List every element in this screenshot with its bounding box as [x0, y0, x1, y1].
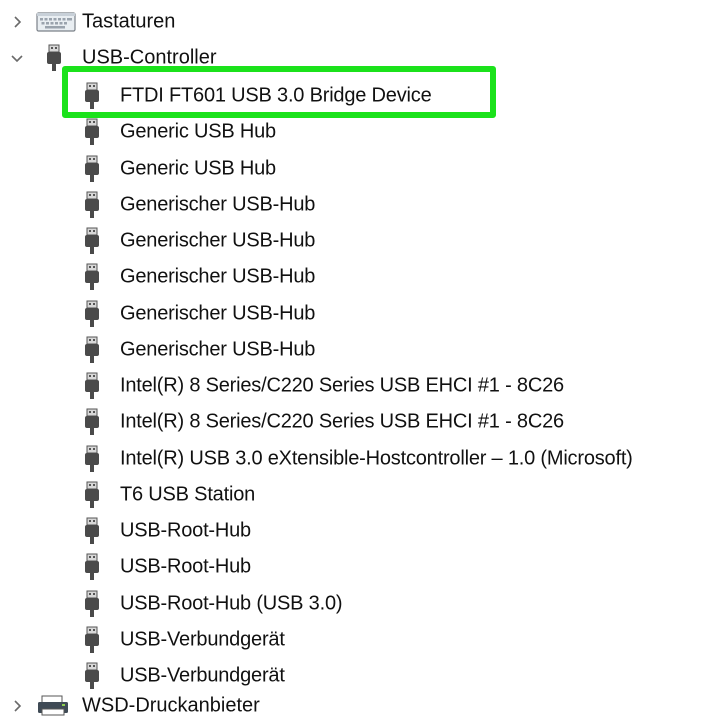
- device-label: Intel(R) 8 Series/C220 Series USB EHCI #…: [120, 374, 564, 397]
- device-label: Intel(R) 8 Series/C220 Series USB EHCI #…: [120, 410, 564, 433]
- usb-plug-icon: [82, 372, 102, 400]
- device-label: Generischer USB-Hub: [120, 229, 316, 252]
- usb-plug-icon: [82, 662, 102, 690]
- usb-plug-icon: [82, 191, 102, 219]
- usb-plug-icon: [82, 517, 102, 545]
- usb-plug-icon: [82, 590, 102, 618]
- tree-item-usb-device[interactable]: Generic USB Hub: [0, 151, 720, 187]
- tree-item-usb-device[interactable]: Generischer USB-Hub: [0, 223, 720, 259]
- tree-item-usb-device[interactable]: Intel(R) USB 3.0 eXtensible-Hostcontroll…: [0, 441, 720, 477]
- device-label: T6 USB Station: [120, 483, 256, 506]
- device-label: USB-Root-Hub: [120, 555, 251, 578]
- usb-plug-icon: [82, 626, 102, 654]
- chevron-right-icon[interactable]: [10, 15, 24, 29]
- tree-item-usb-device[interactable]: Generic USB Hub: [0, 114, 720, 150]
- device-label: Generic USB Hub: [120, 120, 276, 143]
- printer-icon: [36, 694, 76, 718]
- tree-item-usb-device[interactable]: Generischer USB-Hub: [0, 296, 720, 332]
- keyboard-icon: [36, 10, 76, 34]
- usb-plug-icon: [82, 227, 102, 255]
- tree-item-usb-device[interactable]: Generischer USB-Hub: [0, 332, 720, 368]
- usb-plug-icon: [82, 155, 102, 183]
- usb-plug-icon: [82, 481, 102, 509]
- device-manager-tree: Tastaturen USB-Controller FTDI FT601 USB…: [0, 0, 720, 718]
- category-label: WSD-Druckanbieter: [82, 694, 260, 717]
- device-label: Generic USB Hub: [120, 157, 276, 179]
- device-label: Generischer USB-Hub: [120, 302, 316, 324]
- device-label: USB-Root-Hub: [120, 519, 251, 542]
- tree-item-usb-device[interactable]: USB-Root-Hub (USB 3.0): [0, 586, 720, 622]
- tree-item-usb-device[interactable]: Intel(R) 8 Series/C220 Series USB EHCI #…: [0, 404, 720, 440]
- usb-plug-icon: [82, 82, 102, 110]
- tree-item-usb-device[interactable]: USB-Verbundgerät: [0, 622, 720, 658]
- tree-item-usb-device[interactable]: Generischer USB-Hub: [0, 259, 720, 295]
- tree-item-usb-device[interactable]: T6 USB Station: [0, 477, 720, 513]
- tree-item-wsd-print-providers[interactable]: WSD-Druckanbieter: [0, 688, 720, 724]
- device-label: Generischer USB-Hub: [120, 265, 316, 288]
- device-label: Generischer USB-Hub: [120, 338, 316, 361]
- tree-item-keyboards[interactable]: Tastaturen: [0, 4, 720, 40]
- category-label: Tastaturen: [82, 10, 176, 33]
- tree-item-usb-device[interactable]: USB-Root-Hub: [0, 549, 720, 585]
- usb-plug-icon: [82, 118, 102, 146]
- usb-plug-icon: [82, 263, 102, 291]
- device-label: USB-Verbundgerät: [120, 664, 285, 687]
- chevron-right-icon[interactable]: [10, 699, 24, 713]
- tree-item-usb-device[interactable]: USB-Root-Hub: [0, 513, 720, 549]
- tree-item-usb-device[interactable]: FTDI FT601 USB 3.0 Bridge Device: [0, 78, 720, 114]
- usb-plug-icon: [82, 408, 102, 436]
- category-label: USB-Controller: [82, 46, 217, 69]
- device-label: FTDI FT601 USB 3.0 Bridge Device: [120, 84, 432, 107]
- usb-plug-icon: [82, 553, 102, 581]
- tree-item-usb-device[interactable]: Generischer USB-Hub: [0, 187, 720, 223]
- usb-plug-icon: [82, 336, 102, 364]
- tree-item-usb-device[interactable]: Intel(R) 8 Series/C220 Series USB EHCI #…: [0, 368, 720, 404]
- device-label: Intel(R) USB 3.0 eXtensible-Hostcontroll…: [120, 447, 633, 469]
- usb-plug-icon: [82, 445, 102, 473]
- usb-plug-icon: [82, 300, 102, 328]
- device-label: USB-Verbundgerät: [120, 628, 285, 651]
- device-label: USB-Root-Hub (USB 3.0): [120, 592, 343, 614]
- tree-item-usb-controllers[interactable]: USB-Controller: [0, 40, 720, 76]
- chevron-down-icon[interactable]: [10, 51, 24, 65]
- usb-plug-icon: [36, 44, 76, 71]
- device-label: Generischer USB-Hub: [120, 193, 316, 216]
